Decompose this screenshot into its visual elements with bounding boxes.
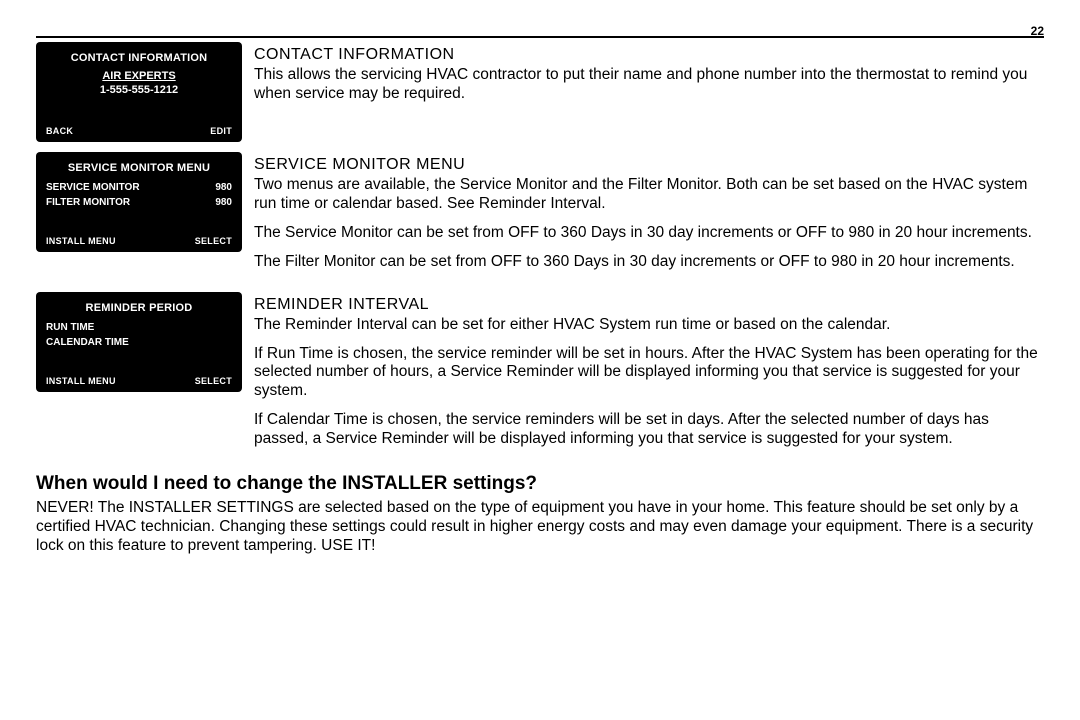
page-number: 22 xyxy=(1031,24,1044,38)
section-service-p1: Two menus are available, the Service Mon… xyxy=(254,176,1044,214)
section-reminder: REMINDER INTERVAL The Reminder Interval … xyxy=(254,292,1044,459)
lcd-reminder: REMINDER PERIOD RUN TIME CALENDAR TIME I… xyxy=(36,292,242,392)
softkey-back: BACK xyxy=(46,126,73,136)
section-service-p2: The Service Monitor can be set from OFF … xyxy=(254,224,1044,243)
lcd-reminder-softkeys: INSTALL MENU SELECT xyxy=(44,376,234,386)
section-reminder-p1: The Reminder Interval can be set for eit… xyxy=(254,316,1044,335)
section-contact: CONTACT INFORMATION This allows the serv… xyxy=(254,42,1044,114)
section-service-heading: SERVICE MONITOR MENU xyxy=(254,156,1044,174)
top-rule xyxy=(36,36,1044,38)
softkey-select: SELECT xyxy=(195,236,232,246)
section-contact-p1: This allows the servicing HVAC contracto… xyxy=(254,66,1044,104)
section-reminder-heading: REMINDER INTERVAL xyxy=(254,296,1044,314)
section-contact-heading: CONTACT INFORMATION xyxy=(254,46,1044,64)
page: 22 CONTACT INFORMATION AIR EXPERTS 1-555… xyxy=(0,0,1080,556)
lcd-contact-softkeys: BACK EDIT xyxy=(44,126,234,136)
softkey-edit: EDIT xyxy=(210,126,232,136)
section-reminder-p2: If Run Time is chosen, the service remin… xyxy=(254,345,1044,402)
lcd-reminder-row2-label: CALENDAR TIME xyxy=(46,337,129,348)
question-body: NEVER! The INSTALLER SETTINGS are select… xyxy=(36,499,1044,556)
softkey-install-menu: INSTALL MENU xyxy=(46,236,116,246)
lcd-contact-phone: 1-555-555-1212 xyxy=(44,84,234,96)
lcd-contact-company: AIR EXPERTS xyxy=(44,70,234,82)
lcd-contact: CONTACT INFORMATION AIR EXPERTS 1-555-55… xyxy=(36,42,242,142)
lcd-service-row1: SERVICE MONITOR 980 xyxy=(44,180,234,195)
lcd-contact-title: CONTACT INFORMATION xyxy=(44,52,234,64)
lcd-service-row2-label: FILTER MONITOR xyxy=(46,197,130,208)
lcd-service-row1-value: 980 xyxy=(215,182,232,193)
lcd-service-title: SERVICE MONITOR MENU xyxy=(44,162,234,174)
softkey-select: SELECT xyxy=(195,376,232,386)
lcd-reminder-row1-label: RUN TIME xyxy=(46,322,94,333)
section-service-p3: The Filter Monitor can be set from OFF t… xyxy=(254,253,1044,272)
lcd-reminder-title: REMINDER PERIOD xyxy=(44,302,234,314)
content-grid: CONTACT INFORMATION AIR EXPERTS 1-555-55… xyxy=(36,42,1044,459)
lcd-service-row1-label: SERVICE MONITOR xyxy=(46,182,140,193)
lcd-reminder-row2: CALENDAR TIME xyxy=(44,335,234,350)
section-service: SERVICE MONITOR MENU Two menus are avail… xyxy=(254,152,1044,282)
lcd-service: SERVICE MONITOR MENU SERVICE MONITOR 980… xyxy=(36,152,242,252)
lcd-service-softkeys: INSTALL MENU SELECT xyxy=(44,236,234,246)
softkey-install-menu: INSTALL MENU xyxy=(46,376,116,386)
lcd-service-row2-value: 980 xyxy=(215,197,232,208)
lcd-reminder-row1: RUN TIME xyxy=(44,320,234,335)
question-heading: When would I need to change the INSTALLE… xyxy=(36,473,1044,495)
section-reminder-p3: If Calendar Time is chosen, the service … xyxy=(254,411,1044,449)
lcd-service-row2: FILTER MONITOR 980 xyxy=(44,195,234,210)
